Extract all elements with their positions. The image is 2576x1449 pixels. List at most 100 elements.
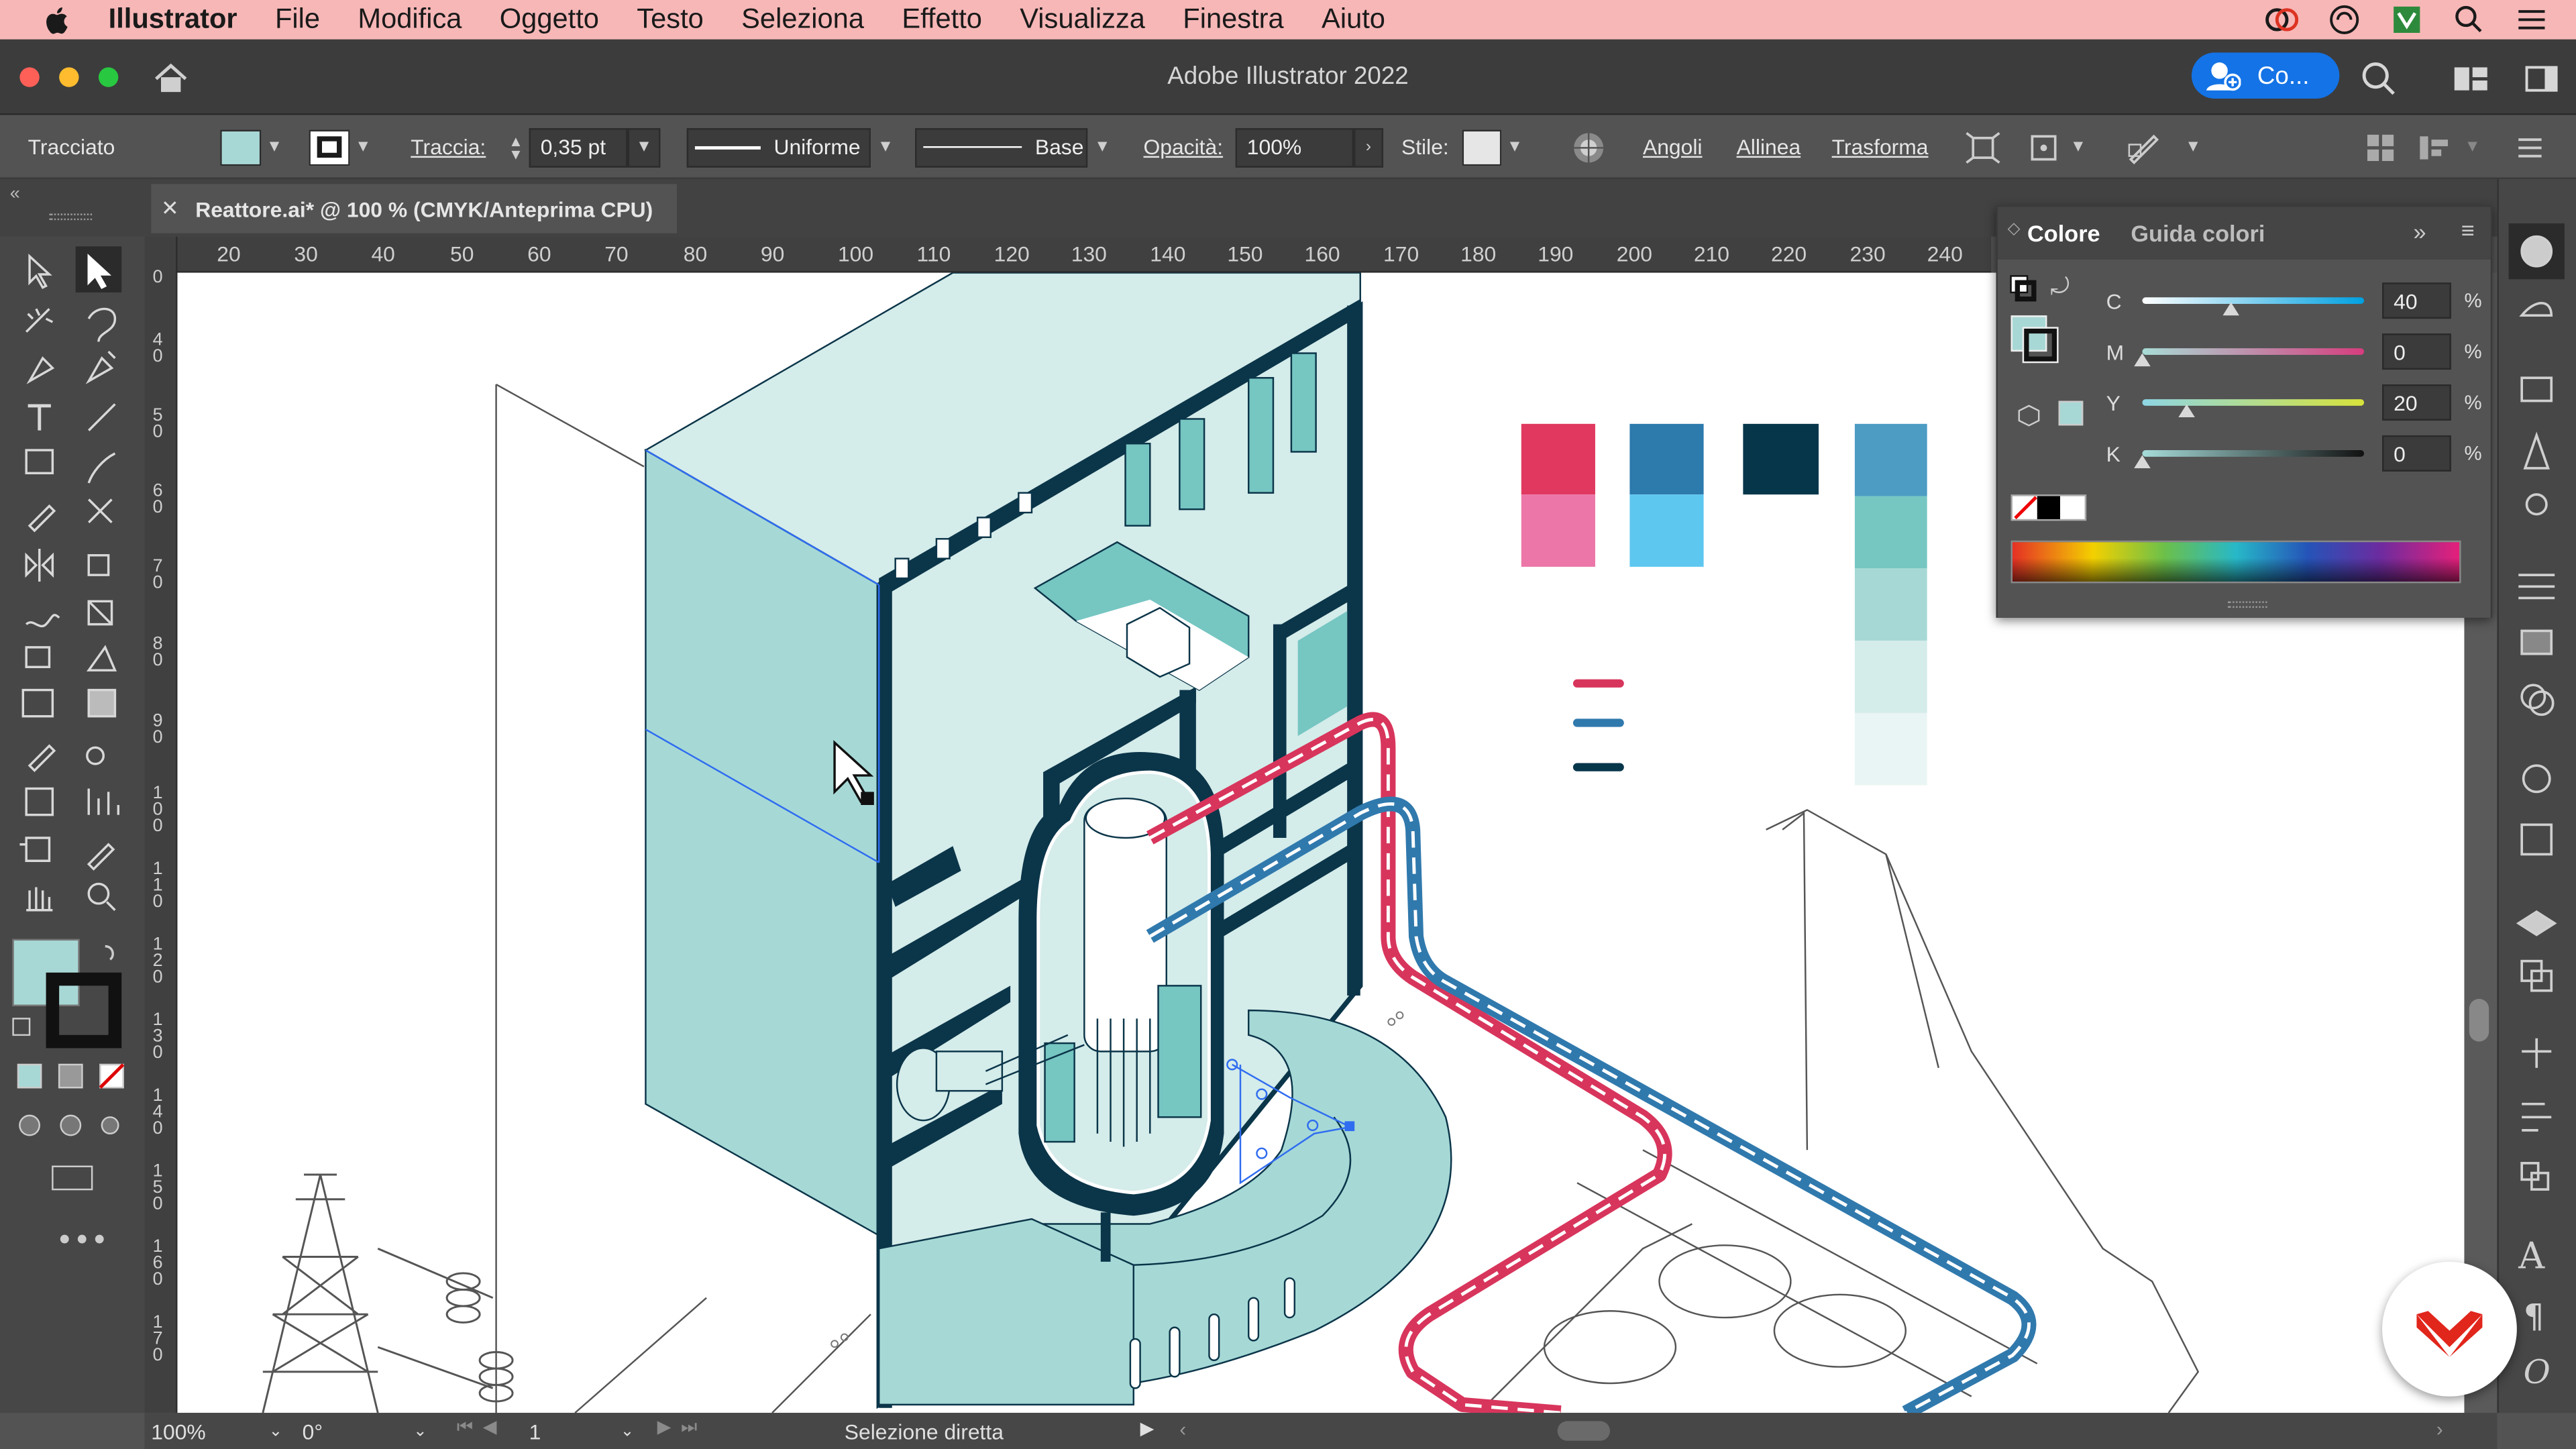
out-of-gamut-cube-icon[interactable]: [2017, 404, 2040, 427]
rectangle-tool-icon: [25, 449, 54, 475]
sync-icon[interactable]: [2326, 1, 2363, 38]
cloud-share-button[interactable]: Co...: [2191, 52, 2340, 99]
yellow-slider[interactable]: [2142, 399, 2365, 418]
panel-grip[interactable]: [49, 213, 93, 221]
black-slider[interactable]: [2134, 450, 2365, 468]
app-status-icon[interactable]: [2389, 1, 2425, 38]
menu-effetto[interactable]: Effetto: [902, 3, 982, 36]
cyan-slider[interactable]: [2142, 297, 2365, 316]
none-black-white-swatches[interactable]: [2010, 494, 2087, 521]
panel-menu-icon[interactable]: [2517, 115, 2543, 179]
menu-oggetto[interactable]: Oggetto: [500, 3, 599, 36]
rotation-field[interactable]: 0° ⌄: [303, 1415, 434, 1448]
tab-guida-colori[interactable]: Guida colori: [2131, 220, 2265, 246]
creative-cloud-icon[interactable]: [2264, 1, 2300, 38]
panel-collapse-icon[interactable]: ◇: [2008, 220, 2021, 238]
scroll-right-icon[interactable]: ›: [2436, 1417, 2443, 1440]
stroke-swatch[interactable]: [309, 129, 350, 166]
apple-icon[interactable]: [40, 3, 72, 36]
slider-thumb[interactable]: [2178, 404, 2195, 418]
blend-tool-icon: [86, 746, 105, 765]
ruler-tick-label: 140: [1150, 241, 1186, 266]
panel-resize-grip[interactable]: [2227, 601, 2267, 608]
document-tab[interactable]: ✕ Reattore.ai* @ 100 % (CMYK/Anteprima C…: [151, 184, 677, 233]
fill-dropdown-chevron-icon[interactable]: ▼: [261, 127, 287, 167]
scrollbar-thumb[interactable]: [2469, 998, 2489, 1042]
panel-menu-icon[interactable]: ≡: [2461, 217, 2475, 243]
stroke-weight-field[interactable]: 0,35 pt: [529, 127, 628, 167]
web-safe-swatch[interactable]: [2058, 400, 2084, 426]
horizontal-ruler[interactable]: 20 30 40 50 60 70 80 90 100 110 120 130 …: [177, 236, 1992, 273]
control-center-icon[interactable]: [2514, 1, 2550, 38]
search-icon[interactable]: [2361, 61, 2397, 105]
opacity-chevron-icon[interactable]: ›: [1353, 127, 1384, 167]
slider-thumb[interactable]: [2134, 353, 2151, 367]
profile-chevron-icon[interactable]: ▼: [871, 127, 900, 167]
white-swatch[interactable]: [2060, 496, 2085, 519]
puppet-warp-icon[interactable]: ▼: [2027, 115, 2086, 179]
brush-definition[interactable]: Base: [915, 127, 1088, 167]
stroke-label[interactable]: Traccia:: [411, 115, 486, 179]
menu-modifica[interactable]: Modifica: [358, 3, 462, 36]
menu-file[interactable]: File: [275, 3, 320, 36]
artboard-prev-buttons[interactable]: ⏮◀: [457, 1416, 506, 1439]
black-value-field[interactable]: 0: [2382, 435, 2451, 472]
vertical-ruler[interactable]: 0 40 50 60 70 80 90 100 110 120 130 140 …: [144, 236, 178, 1413]
isolate-object-icon[interactable]: [1965, 115, 2001, 179]
grid-layout-icon[interactable]: [2366, 115, 2396, 179]
menu-visualizza[interactable]: Visualizza: [1020, 3, 1145, 36]
tab-colore[interactable]: Colore: [2027, 220, 2100, 246]
zoom-level-field[interactable]: 100% ⌄: [151, 1415, 289, 1448]
menu-illustrator[interactable]: Illustrator: [109, 3, 237, 36]
menu-seleziona[interactable]: Seleziona: [741, 3, 864, 36]
opacity-label[interactable]: Opacità:: [1143, 115, 1223, 179]
panel-stroke-swatch[interactable]: [2022, 327, 2059, 364]
color-spectrum-bar[interactable]: [2010, 540, 2461, 584]
stroke-weight-stepper[interactable]: ▲ ▼: [502, 127, 529, 167]
brush-chevron-icon[interactable]: ▼: [1087, 127, 1117, 167]
fill-swatch[interactable]: [220, 129, 262, 166]
distribute-icon[interactable]: ▼: [2418, 115, 2481, 179]
yellow-value-field[interactable]: 20: [2382, 384, 2451, 421]
magenta-value-field[interactable]: 0: [2382, 333, 2451, 370]
recolor-artwork-icon[interactable]: [1572, 115, 1605, 179]
spotlight-search-icon[interactable]: [2451, 1, 2487, 38]
slider-thumb[interactable]: [2134, 455, 2151, 468]
status-menu-chevron-icon[interactable]: ▶: [1140, 1417, 1155, 1439]
fill-stroke-mini-icon[interactable]: [2008, 273, 2057, 322]
opacity-field[interactable]: 100%: [1235, 127, 1354, 167]
zoom-chevron-icon[interactable]: ⌄: [269, 1422, 283, 1440]
graphic-style-swatch[interactable]: [1462, 129, 1502, 166]
close-tab-icon[interactable]: ✕: [161, 195, 179, 221]
stroke-dropdown-chevron-icon[interactable]: ▼: [350, 127, 376, 167]
align-link[interactable]: Allinea: [1737, 115, 1801, 179]
magenta-slider[interactable]: [2134, 348, 2365, 367]
rotation-chevron-icon[interactable]: ⌄: [413, 1422, 427, 1440]
expand-panel-icon[interactable]: »: [2414, 219, 2426, 245]
cyan-value-field[interactable]: 40: [2382, 282, 2451, 319]
workspace-switcher-icon[interactable]: [2525, 66, 2558, 100]
menu-finestra[interactable]: Finestra: [1183, 3, 1283, 36]
slider-thumb[interactable]: [2222, 302, 2239, 316]
none-swatch[interactable]: [2012, 496, 2037, 520]
style-chevron-icon[interactable]: ▼: [1501, 127, 1527, 167]
scroll-left-icon[interactable]: ‹: [1179, 1417, 1186, 1440]
profile-label: Uniforme: [773, 134, 861, 160]
macos-menubar: Illustrator File Modifica Oggetto Testo …: [0, 0, 2576, 40]
artboard-chevron-icon[interactable]: ⌄: [621, 1422, 635, 1440]
symbol-sprayer-tool-icon: [25, 787, 54, 816]
arrange-documents-icon[interactable]: [2453, 66, 2489, 100]
transform-link[interactable]: Trasforma: [1832, 115, 1929, 179]
swap-fill-stroke-icon[interactable]: ⤾: [2050, 273, 2070, 301]
menu-testo[interactable]: Testo: [637, 3, 704, 36]
artboard-number-field[interactable]: 1 ⌄: [529, 1415, 641, 1448]
artboard-next-buttons[interactable]: ▶⏭: [657, 1416, 707, 1439]
pen-options-icon[interactable]: ▼: [2126, 115, 2201, 179]
corners-link[interactable]: Angoli: [1643, 115, 1703, 179]
menu-aiuto[interactable]: Aiuto: [1322, 3, 1385, 36]
collapse-tools-icon[interactable]: «: [10, 184, 20, 203]
black-swatch[interactable]: [2036, 496, 2061, 519]
horizontal-scrollbar-thumb[interactable]: [1557, 1421, 1611, 1441]
stroke-weight-chevron-icon[interactable]: ▼: [627, 127, 661, 167]
variable-width-profile[interactable]: Uniforme: [686, 127, 871, 167]
